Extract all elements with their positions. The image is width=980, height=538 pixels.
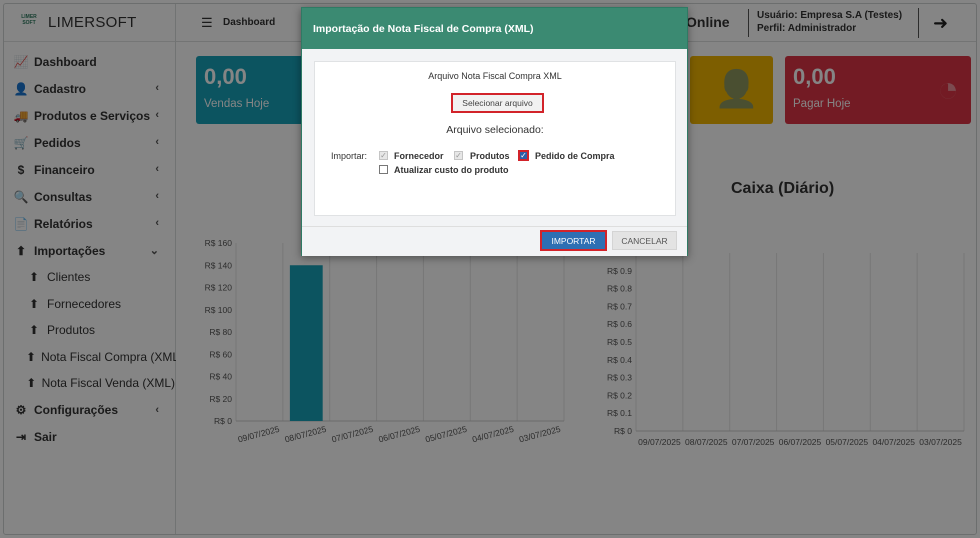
checkbox-pedido-compra[interactable]: ✓ — [518, 150, 529, 161]
modal-title: Importação de Nota Fiscal de Compra (XML… — [302, 8, 687, 49]
checkbox-atualizar-custo[interactable] — [379, 165, 388, 174]
option-label-fornecedor: Fornecedor — [394, 151, 444, 161]
cancel-button[interactable]: CANCELAR — [612, 231, 677, 250]
checkbox-fornecedor: ✓ — [379, 151, 388, 160]
modal-footer: IMPORTAR CANCELAR — [302, 226, 687, 256]
import-modal: Importação de Nota Fiscal de Compra (XML… — [301, 7, 688, 256]
option-label-pedido-compra: Pedido de Compra — [535, 151, 615, 161]
select-file-button[interactable]: Selecionar arquivo — [451, 93, 544, 113]
option-label-atualizar-custo: Atualizar custo do produto — [394, 165, 509, 175]
import-button[interactable]: IMPORTAR — [540, 230, 607, 251]
file-label: Arquivo Nota Fiscal Compra XML — [428, 71, 562, 81]
checkbox-produtos: ✓ — [454, 151, 463, 160]
import-options-label: Importar: — [331, 151, 368, 161]
selected-file-label: Arquivo selecionado: — [446, 124, 544, 136]
modal-panel: Arquivo Nota Fiscal Compra XML Seleciona… — [314, 61, 676, 216]
option-label-produtos: Produtos — [470, 151, 510, 161]
